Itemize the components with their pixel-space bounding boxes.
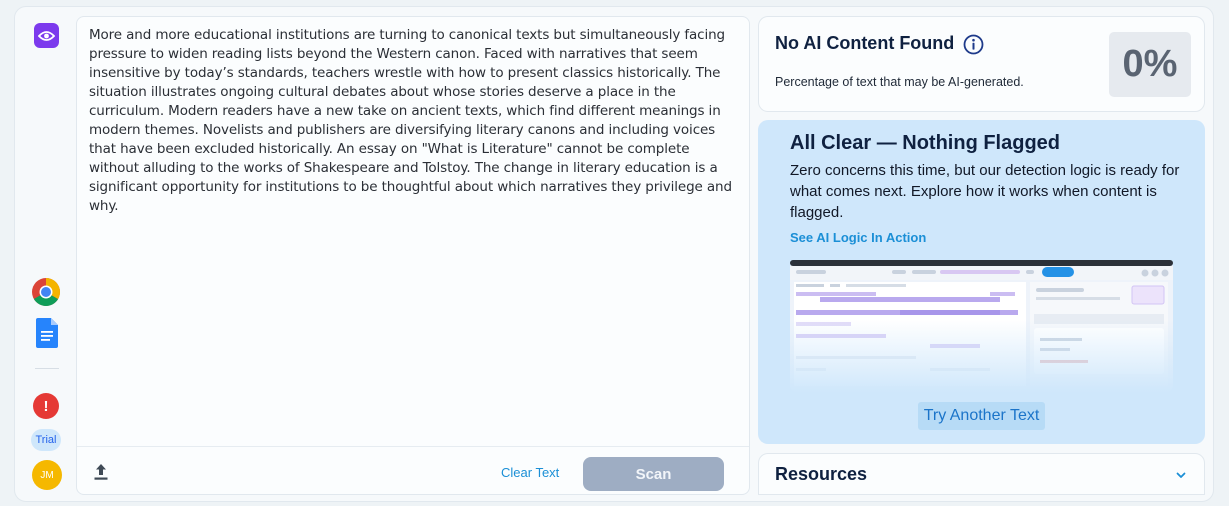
ai-percentage: 0%: [1109, 32, 1191, 97]
all-clear-card: All Clear — Nothing Flagged Zero concern…: [758, 120, 1205, 444]
clear-text-button[interactable]: Clear Text: [501, 465, 559, 480]
alert-icon[interactable]: !: [33, 393, 59, 419]
resources-title: Resources: [775, 464, 868, 484]
info-icon[interactable]: [963, 34, 984, 55]
all-clear-body: Zero concerns this time, but our detecti…: [790, 162, 1180, 221]
trial-badge[interactable]: Trial: [31, 429, 61, 451]
text-editor[interactable]: More and more educational institutions a…: [76, 16, 750, 495]
see-ai-logic-link[interactable]: See AI Logic In Action: [790, 230, 926, 245]
avatar[interactable]: JM: [32, 460, 62, 490]
result-title: No AI Content Found: [775, 33, 955, 53]
google-docs-icon[interactable]: [36, 318, 58, 348]
editor-footer: Clear Text Scan: [77, 446, 749, 494]
resources-section[interactable]: Resources: [758, 453, 1205, 495]
all-clear-title: All Clear — Nothing Flagged: [790, 132, 1061, 154]
try-another-text-button[interactable]: Try Another Text: [918, 402, 1045, 430]
left-sidebar: ! Trial JM: [15, 7, 77, 501]
chrome-icon[interactable]: [31, 277, 61, 307]
upload-icon[interactable]: [93, 463, 109, 481]
scan-button[interactable]: Scan: [583, 457, 724, 491]
chevron-down-icon[interactable]: [1175, 468, 1187, 480]
result-subtitle: Percentage of text that may be AI-genera…: [775, 75, 1024, 89]
ai-logic-preview-image: [790, 260, 1173, 393]
sidebar-divider: [35, 368, 59, 369]
editor-text[interactable]: More and more educational institutions a…: [89, 26, 739, 216]
eye-icon[interactable]: [34, 23, 59, 48]
app-frame: ! Trial JM More and more educational ins…: [14, 6, 1214, 502]
result-card: No AI Content Found Percentage of text t…: [758, 16, 1205, 112]
